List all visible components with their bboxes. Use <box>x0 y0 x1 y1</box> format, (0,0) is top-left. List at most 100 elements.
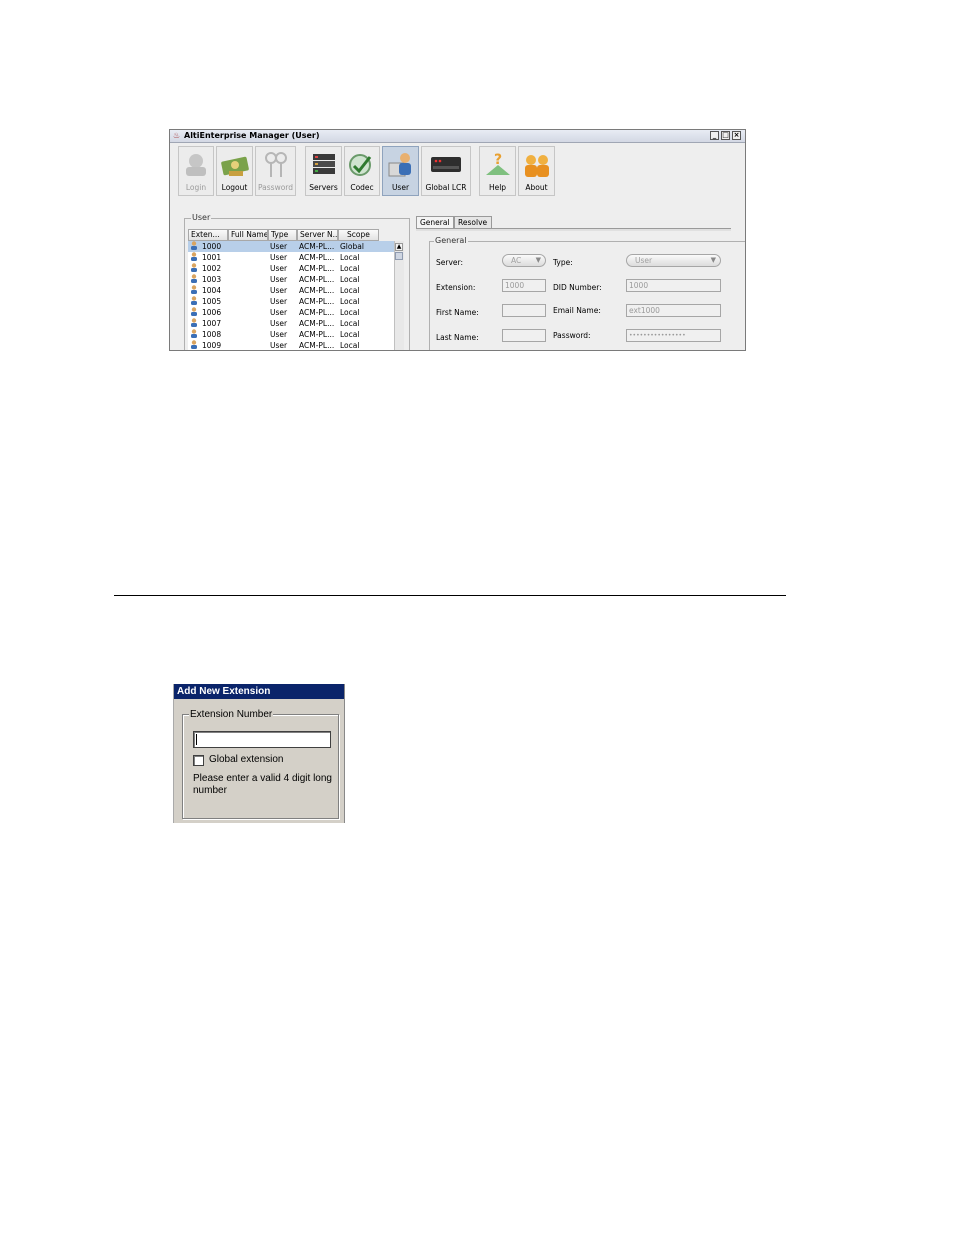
login-button[interactable]: Login <box>178 146 214 196</box>
column-header-extension[interactable]: Exten... <box>188 229 228 241</box>
first-name-field[interactable] <box>502 304 546 317</box>
server-combobox[interactable]: AC ▼ <box>502 254 546 267</box>
scroll-up-arrow-icon[interactable]: ▲ <box>395 243 403 251</box>
cell-server: ACM-PL... <box>297 274 338 285</box>
help-button[interactable]: ? Help <box>479 146 516 196</box>
cell-ext: 1000 <box>188 241 228 252</box>
password-button[interactable]: Password <box>255 146 296 196</box>
horizontal-rule <box>114 595 786 596</box>
dialog-title[interactable]: Add New Extension <box>174 684 344 699</box>
cell-scope: Local <box>338 307 379 318</box>
table-row[interactable]: 1006 User ACM-PL... Local <box>188 307 396 318</box>
cell-text: User <box>270 319 288 328</box>
scroll-thumb[interactable] <box>395 252 403 260</box>
cell-full-name <box>228 274 268 285</box>
user-label: User <box>391 183 410 192</box>
cell-scope: Global <box>338 241 379 252</box>
cell-server: ACM-PL... <box>297 307 338 318</box>
email-name-field[interactable]: ext1000 <box>626 304 721 317</box>
cell-ext: 1006 <box>188 307 228 318</box>
cell-text: Local <box>340 275 360 284</box>
cell-text: Local <box>340 319 360 328</box>
column-header-full-name[interactable]: Full Name <box>228 229 268 241</box>
table-row[interactable]: 1000 User ACM-PL... Global <box>188 241 396 252</box>
cell-text: User <box>270 242 288 251</box>
global-extension-label[interactable]: Global extension <box>209 754 284 765</box>
tab-general[interactable]: General <box>416 216 454 228</box>
type-combobox[interactable]: User ▼ <box>626 254 721 267</box>
cell-type: User <box>268 318 297 329</box>
window-title: AltiEnterprise Manager (User) <box>184 131 320 140</box>
last-name-field[interactable] <box>502 329 546 342</box>
cell-ext: 1009 <box>188 340 228 350</box>
cell-type: User <box>268 329 297 340</box>
logout-button[interactable]: Logout <box>216 146 253 196</box>
cell-text: 1001 <box>202 253 222 262</box>
servers-icon <box>312 154 335 174</box>
user-list-scrollbar[interactable]: ▲ <box>394 241 404 350</box>
cell-text: 1009 <box>202 341 222 350</box>
tab-strip-line <box>416 228 731 231</box>
user-row-icon <box>191 252 197 261</box>
extension-field[interactable]: 1000 <box>502 279 546 292</box>
column-header-scope[interactable]: Scope <box>338 229 379 241</box>
servers-button[interactable]: Servers <box>305 146 342 196</box>
server-label: Server: <box>436 258 463 267</box>
cell-text: 1002 <box>202 264 222 273</box>
cell-text: 1005 <box>202 297 222 306</box>
cell-scope: Local <box>338 340 379 350</box>
table-row[interactable]: 1009 User ACM-PL... Local <box>188 340 396 350</box>
minimize-button[interactable]: _ <box>710 131 719 140</box>
user-table-header: Exten... Full Name Type Server N... Scop… <box>188 229 396 241</box>
user-icon <box>388 153 411 177</box>
user-button[interactable]: User <box>382 146 419 196</box>
cell-full-name <box>228 252 268 263</box>
column-header-server-name[interactable]: Server N... <box>297 229 338 241</box>
table-row[interactable]: 1004 User ACM-PL... Local <box>188 285 396 296</box>
extension-number-input[interactable] <box>193 731 331 748</box>
table-row[interactable]: 1007 User ACM-PL... Local <box>188 318 396 329</box>
help-label: Help <box>488 183 507 192</box>
cell-text: ACM-PL... <box>299 275 335 284</box>
tab-resolve[interactable]: Resolve <box>454 216 492 228</box>
global-extension-checkbox[interactable] <box>193 755 204 766</box>
password-label: Password <box>257 183 294 192</box>
table-row[interactable]: 1001 User ACM-PL... Local <box>188 252 396 263</box>
cell-text: Local <box>340 330 360 339</box>
did-number-field[interactable]: 1000 <box>626 279 721 292</box>
cell-text: ACM-PL... <box>299 319 335 328</box>
cell-server: ACM-PL... <box>297 329 338 340</box>
table-row[interactable]: 1008 User ACM-PL... Local <box>188 329 396 340</box>
cell-scope: Local <box>338 274 379 285</box>
cell-full-name <box>228 340 268 350</box>
codec-label: Codec <box>350 183 374 192</box>
table-row[interactable]: 1005 User ACM-PL... Local <box>188 296 396 307</box>
type-value: User <box>635 256 653 265</box>
table-row[interactable]: 1002 User ACM-PL... Local <box>188 263 396 274</box>
cell-type: User <box>268 252 297 263</box>
password-field[interactable]: •••••••••••••••• <box>626 329 721 342</box>
cell-text: ACM-PL... <box>299 253 335 262</box>
cell-scope: Local <box>338 329 379 340</box>
window-titlebar[interactable]: ♨ AltiEnterprise Manager (User) _ □ × <box>170 130 745 143</box>
codec-button[interactable]: Codec <box>344 146 380 196</box>
cell-server: ACM-PL... <box>297 252 338 263</box>
column-header-type[interactable]: Type <box>268 229 297 241</box>
cell-type: User <box>268 307 297 318</box>
cell-type: User <box>268 263 297 274</box>
user-row-icon <box>191 318 197 327</box>
about-button[interactable]: About <box>518 146 555 196</box>
maximize-button[interactable]: □ <box>721 131 730 140</box>
about-icon <box>524 155 549 177</box>
user-row-icon <box>191 307 197 316</box>
cell-text: Local <box>340 341 360 350</box>
table-row[interactable]: 1003 User ACM-PL... Local <box>188 274 396 285</box>
cell-text: 1008 <box>202 330 222 339</box>
user-row-icon <box>191 296 197 305</box>
cell-text: User <box>270 330 288 339</box>
cell-text: ACM-PL... <box>299 264 335 273</box>
global-lcr-button[interactable]: Global LCR <box>421 146 471 196</box>
cell-ext: 1001 <box>188 252 228 263</box>
close-button[interactable]: × <box>732 131 741 140</box>
cell-scope: Local <box>338 263 379 274</box>
